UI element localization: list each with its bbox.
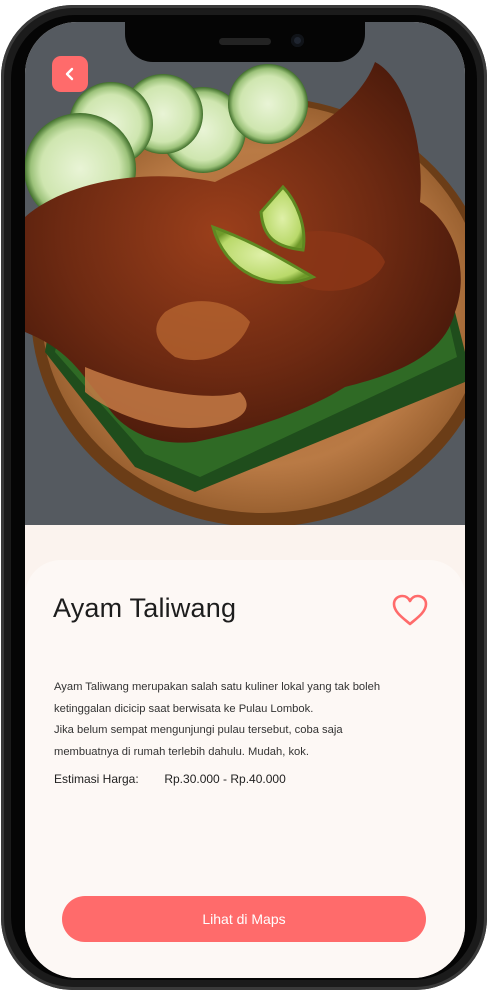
food-hero-image [25,22,465,525]
chevron-left-icon [65,67,74,81]
favorite-button[interactable] [391,593,429,627]
price-value: Rp.30.000 - Rp.40.000 [164,772,286,786]
description-line: Jika belum sempat mengunjungi pulau ters… [54,724,343,736]
speaker-grille [219,38,271,45]
view-on-maps-button[interactable]: Lihat di Maps [62,896,426,942]
price-row: Estimasi Harga: Rp.30.000 - Rp.40.000 [54,772,286,786]
description-line: Ayam Taliwang merupakan salah satu kulin… [54,681,381,693]
price-label: Estimasi Harga: [54,772,139,786]
description-line: ketinggalan dicicip saat berwisata ke Pu… [54,702,314,715]
food-description: Ayam Taliwang merupakan salah satu kulin… [54,677,434,763]
phone-notch [125,22,365,62]
app-screen: Ayam Taliwang Ayam Taliwang merupakan sa… [25,22,465,978]
description-line: membuatnya di rumah terlebih dahulu. Mud… [54,745,309,758]
back-button[interactable] [52,56,88,92]
front-camera [291,34,304,47]
detail-sheet: Ayam Taliwang Ayam Taliwang merupakan sa… [25,560,465,978]
heart-outline-icon [392,594,428,626]
food-photo [25,22,465,525]
food-title: Ayam Taliwang [53,593,237,623]
